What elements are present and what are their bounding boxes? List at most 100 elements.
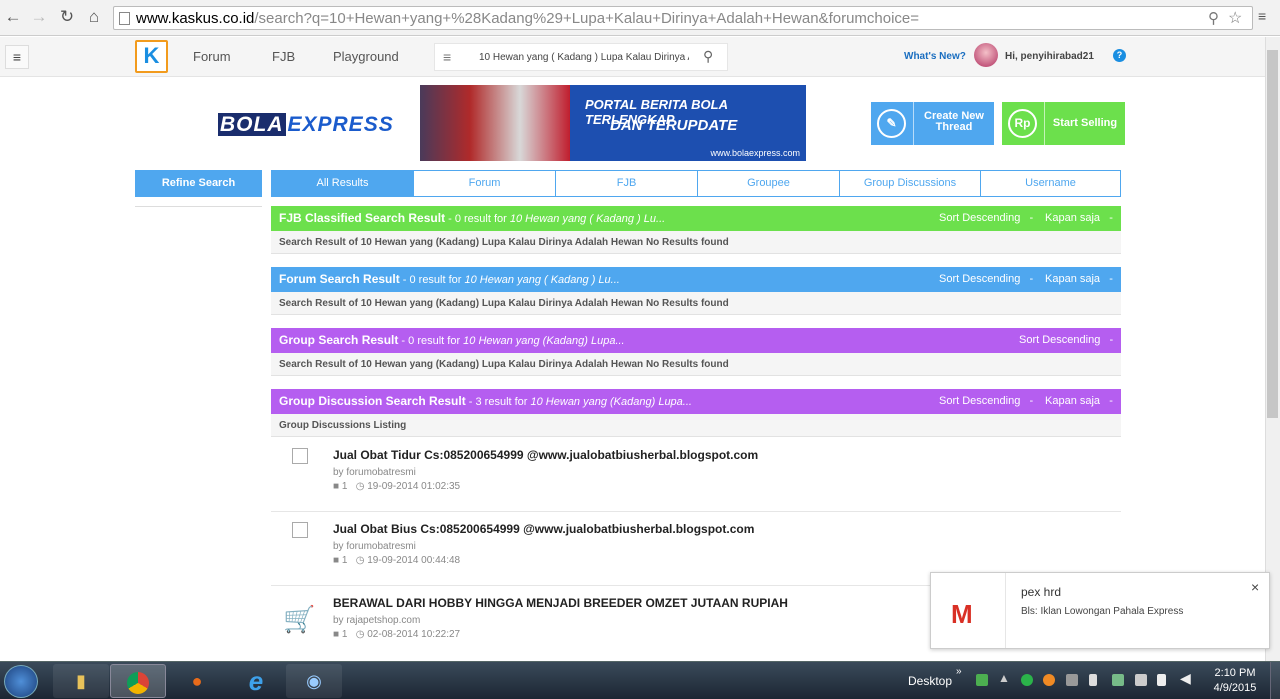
clock[interactable]: 2:10 PM 4/9/2015 [1206,666,1264,696]
discussion-title[interactable]: BERAWAL DARI HOBBY HINGGA MENJADI BREEDE… [333,596,788,610]
forward-arrow-icon[interactable]: → [28,6,50,28]
tab-group-discussions[interactable]: Group Discussions [839,170,981,197]
discussion-sort-dropdown[interactable]: Sort Descending - [939,389,1033,414]
clock-icon: ◷ [355,481,365,492]
tray-app-icon[interactable] [976,674,988,686]
tray-up-arrow-icon[interactable]: ▲ [998,671,1010,685]
tab-groupee[interactable]: Groupee [697,170,840,197]
internet-explorer-icon[interactable]: e [228,664,284,698]
clock-time: 2:10 PM [1214,667,1256,679]
whats-new-link[interactable]: What's New? [904,51,966,62]
toolbar-expand-icon[interactable]: » [956,666,962,677]
bookmark-star-icon[interactable]: ☆ [1228,8,1242,28]
bolaexpress-banner[interactable]: BOLA EXPRESS PORTAL BERITA BOLA TERLENGKA… [190,85,806,161]
tab-forum[interactable]: Forum [413,170,556,197]
forum-result-header: Forum Search Result - 0 result for 10 He… [271,267,1121,292]
zoom-icon[interactable]: ⚲ [1208,9,1219,27]
start-button-icon[interactable] [4,665,38,698]
divider [135,206,262,207]
forum-result-query: 10 Hewan yang ( Kadang ) Lu... [464,274,620,286]
tab-all-results[interactable]: All Results [271,170,414,197]
discussion-title[interactable]: Jual Obat Bius Cs:085200654999 @www.jual… [333,522,754,536]
discussion-author[interactable]: by rajapetshop.com [333,615,420,626]
tray-printer-icon[interactable] [1066,674,1078,686]
volume-icon[interactable]: ◀ [1180,670,1191,687]
banner-logo-area: BOLA EXPRESS [190,85,420,161]
nav-playground[interactable]: Playground [333,49,399,64]
group-result-query: 10 Hewan yang (Kadang) Lupa... [463,335,625,347]
nav-forum[interactable]: Forum [193,49,231,64]
banner-tagline-2: DAN TERUPDATE [610,117,738,134]
site-search[interactable]: ≡ 10 Hewan yang ( Kadang ) Lupa Kalau Di… [434,43,728,71]
discussion-author[interactable]: by forumobatresmi [333,541,416,552]
tray-sync-icon[interactable] [1021,674,1033,686]
group-sort-dropdown[interactable]: Sort Descending - [1019,328,1113,353]
notif-sender: pex hrd [1021,585,1062,599]
gmail-notification[interactable]: M pex hrd Bls: Iklan Lowongan Pahala Exp… [930,572,1270,649]
thumbnail-image [292,448,308,464]
avatar[interactable] [974,43,998,67]
tray-avast-icon[interactable] [1043,674,1055,686]
tab-fjb[interactable]: FJB [555,170,698,197]
address-bar[interactable]: www.kaskus.co.id/search?q=10+Hewan+yang+… [113,6,1253,30]
search-icon[interactable]: ⚲ [703,48,713,65]
group-result-header: Group Search Result - 0 result for 10 He… [271,328,1121,353]
clock-date: 4/9/2015 [1213,682,1257,694]
reload-icon[interactable]: ↻ [56,6,78,28]
discussion-time-dropdown[interactable]: Kapan saja - [1045,389,1113,414]
discussion-meta: ■ 1 ◷ 19-09-2014 01:02:35 [333,481,460,492]
hamburger-icon[interactable]: ≡ [5,45,29,69]
search-menu-icon[interactable]: ≡ [443,49,451,65]
fjb-time-dropdown[interactable]: Kapan saja - [1045,206,1113,231]
home-icon[interactable]: ⌂ [83,6,105,28]
discussion-result-query: 10 Hewan yang (Kadang) Lupa... [530,396,692,408]
refine-search-button[interactable]: Refine Search [135,170,262,197]
discussion-meta: ■ 1 ◷ 19-09-2014 00:44:48 [333,555,460,566]
comment-icon: ■ [333,481,340,492]
forum-result-body: Search Result of 10 Hewan yang (Kadang) … [271,292,1121,315]
banner-url: www.bolaexpress.com [710,148,800,158]
comment-icon: ■ [333,629,340,640]
banner-brand: BOLA EXPRESS [218,113,396,137]
post-date: 02-08-2014 10:22:27 [367,629,461,640]
file-explorer-icon[interactable]: ▮ [53,664,109,698]
tray-network-icon[interactable] [1112,674,1124,686]
tray-device-icon[interactable] [1135,674,1147,686]
nav-fjb[interactable]: FJB [272,49,295,64]
user-greeting[interactable]: Hi, penyihirabad21 [1005,51,1094,62]
search-input[interactable]: 10 Hewan yang ( Kadang ) Lupa Kalau Diri… [479,52,689,63]
discussion-title[interactable]: Jual Obat Tidur Cs:085200654999 @www.jua… [333,448,758,462]
list-item[interactable]: Jual Obat Tidur Cs:085200654999 @www.jua… [271,438,1121,512]
chrome-menu-icon[interactable]: ≡ [1258,8,1272,24]
tray-power-icon[interactable] [1157,674,1166,686]
tab-username[interactable]: Username [980,170,1121,197]
tray-flag-icon[interactable] [1089,674,1097,686]
windows-taskbar: ▮ ● e ◉ Desktop » ▲ ◀ 2:10 PM 4/9/2015 [0,661,1280,699]
banner-players-image [420,85,570,161]
start-selling-button[interactable]: Rp Start Selling [1002,102,1125,145]
browser-toolbar: ← → ↻ ⌂ www.kaskus.co.id/search?q=10+Hew… [0,0,1280,36]
scrollbar-thumb[interactable] [1267,50,1278,418]
app-icon[interactable]: ◉ [286,664,342,698]
kaskus-logo[interactable]: K [135,40,168,73]
back-arrow-icon[interactable]: ← [2,6,24,28]
forum-time-dropdown[interactable]: Kapan saja - [1045,267,1113,292]
chrome-icon[interactable] [110,664,166,698]
forum-sort-dropdown[interactable]: Sort Descending - [939,267,1033,292]
close-icon[interactable]: × [1251,579,1259,595]
fjb-sort-dropdown[interactable]: Sort Descending - [939,206,1033,231]
fjb-result-title: FJB Classified Search Result [279,211,446,225]
page-icon [119,12,130,25]
create-thread-button[interactable]: ✎ Create New Thread [871,102,994,145]
fjb-result-header: FJB Classified Search Result - 0 result … [271,206,1121,231]
firefox-icon[interactable]: ● [169,664,225,698]
show-desktop-button[interactable] [1270,662,1280,699]
url-domain: www.kaskus.co.id [136,10,255,27]
discussion-author[interactable]: by forumobatresmi [333,467,416,478]
help-icon[interactable]: ? [1113,49,1126,62]
desktop-toolbar-label[interactable]: Desktop [908,674,952,688]
url-path: /search?q=10+Hewan+yang+%28Kadang%29+Lup… [254,10,920,27]
site-header: ≡ K Forum FJB Playground ≡ 10 Hewan yang… [0,37,1265,77]
forum-sort-label: Sort Descending [939,273,1021,285]
group-result-body: Search Result of 10 Hewan yang (Kadang) … [271,353,1121,376]
